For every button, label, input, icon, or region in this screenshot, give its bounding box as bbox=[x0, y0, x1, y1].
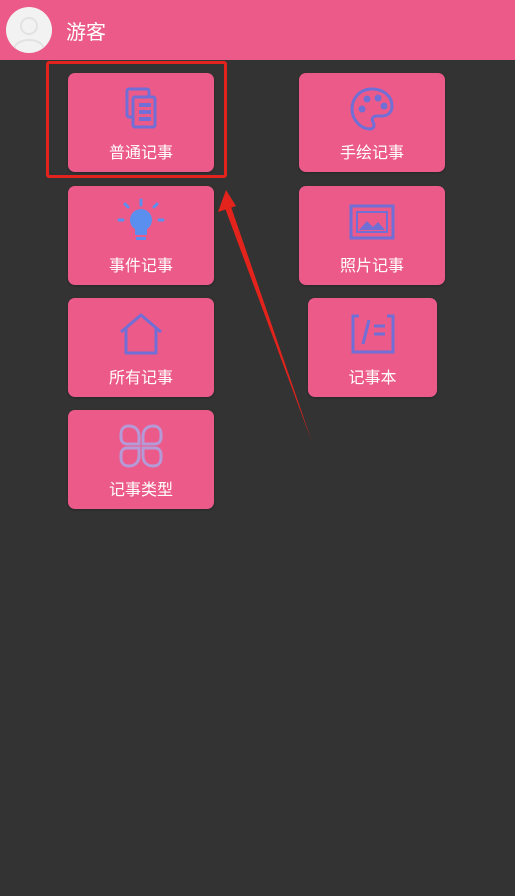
avatar[interactable] bbox=[6, 7, 52, 53]
tile-event-note[interactable]: 事件记事 bbox=[68, 186, 214, 285]
lightbulb-icon bbox=[117, 198, 165, 240]
notebook-icon bbox=[351, 314, 394, 354]
tile-photo-note[interactable]: 照片记事 bbox=[299, 186, 445, 285]
home-icon bbox=[120, 313, 162, 355]
tile-label: 事件记事 bbox=[108, 256, 173, 275]
tile-label: 手绘记事 bbox=[339, 143, 404, 162]
tile-notebook[interactable]: 记事本 bbox=[308, 298, 437, 397]
tile-note-types[interactable]: 记事类型 bbox=[68, 410, 214, 509]
tile-all-notes[interactable]: 所有记事 bbox=[68, 298, 214, 397]
tile-label: 所有记事 bbox=[108, 368, 173, 387]
highlight-box bbox=[46, 61, 227, 178]
palette-icon bbox=[350, 87, 394, 131]
tile-label: 记事类型 bbox=[108, 480, 173, 499]
category-icon bbox=[119, 424, 163, 468]
top-bar: 游客 bbox=[0, 0, 515, 60]
tile-label: 照片记事 bbox=[339, 256, 404, 275]
image-icon bbox=[349, 204, 395, 240]
user-name[interactable]: 游客 bbox=[66, 16, 106, 45]
tile-label: 记事本 bbox=[348, 368, 397, 387]
default-avatar-icon bbox=[13, 17, 45, 50]
tile-hand-drawn-note[interactable]: 手绘记事 bbox=[299, 73, 445, 172]
